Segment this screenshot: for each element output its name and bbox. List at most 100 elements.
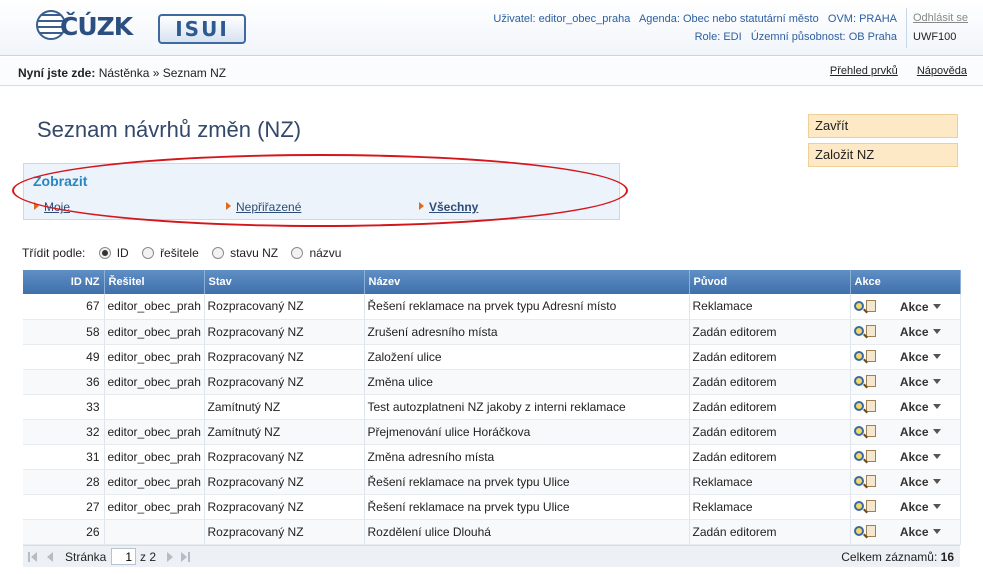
row-name: Změna ulice [364, 369, 690, 395]
row-origin: Zadán editorem [689, 519, 851, 545]
table-row[interactable]: 33 Zamítnutý NZ Test autozplatneni NZ jako… [23, 394, 961, 420]
document-icon[interactable] [865, 524, 876, 537]
chevron-down-icon [932, 329, 941, 334]
row-action-menu[interactable]: Akce [900, 525, 941, 539]
row-action-icons [853, 449, 876, 464]
chevron-down-icon [932, 404, 941, 409]
prev-page-icon[interactable] [47, 552, 53, 562]
radio-icon[interactable] [291, 247, 304, 259]
row-id: 32 [23, 419, 105, 445]
breadcrumb-path[interactable]: Nástěnka » Seznam NZ [99, 66, 226, 80]
magnifier-icon[interactable] [853, 400, 864, 411]
table-row[interactable]: 49 editor_obec_prah Rozpracovaný NZ Založen… [23, 344, 961, 370]
row-id: 26 [23, 519, 105, 545]
first-page-icon[interactable] [28, 552, 37, 562]
column-header-state[interactable]: Stav [204, 270, 365, 294]
document-icon[interactable] [865, 424, 876, 437]
row-action-menu[interactable]: Akce [900, 500, 941, 514]
row-action-icons [853, 499, 876, 514]
document-icon[interactable] [865, 399, 876, 412]
column-header-origin[interactable]: Původ [689, 270, 851, 294]
row-id: 58 [23, 319, 105, 345]
logout-link[interactable]: Odhlásit se [913, 12, 976, 24]
close-button[interactable]: Zavřít [808, 114, 958, 138]
table-row[interactable]: 67 editor_obec_prah Rozpracovaný NZ Řešení … [23, 294, 961, 320]
table-row[interactable]: 28 editor_obec_prah Rozpracovaný NZ Řešení … [23, 469, 961, 495]
chevron-down-icon [932, 479, 941, 484]
create-nz-button[interactable]: Založit NZ [808, 143, 958, 167]
ovm-value: PRAHA [859, 13, 897, 25]
row-id: 49 [23, 344, 105, 370]
document-icon[interactable] [865, 374, 876, 387]
row-id: 31 [23, 444, 105, 470]
magnifier-icon[interactable] [853, 525, 864, 536]
cuzk-logo[interactable]: ČÚZK [36, 8, 133, 42]
row-origin: Zadán editorem [689, 444, 851, 470]
radio-icon[interactable] [212, 247, 225, 259]
row-name: Test autozplatneni NZ jakoby z interni r… [364, 394, 690, 420]
row-action-icons [853, 349, 876, 364]
row-action-menu[interactable]: Akce [900, 325, 941, 339]
table-row[interactable]: 32 editor_obec_prah Zamítnutý NZ Přejmenová… [23, 419, 961, 445]
total-records: Celkem záznamů: 16 [841, 550, 954, 564]
radio-checked-icon[interactable] [98, 247, 111, 259]
sort-option-id[interactable]: ID [98, 246, 129, 260]
row-solver: editor_obec_prah [104, 369, 205, 395]
row-action-menu[interactable]: Akce [900, 300, 941, 314]
table-row[interactable]: 27 editor_obec_prah Rozpracovaný NZ Řešení … [23, 494, 961, 520]
sort-option-name[interactable]: názvu [291, 246, 341, 260]
help-link[interactable]: Nápověda [917, 65, 967, 77]
table-row[interactable]: 31 editor_obec_prah Rozpracovaný NZ Změna a… [23, 444, 961, 470]
overview-link[interactable]: Přehled prvků [830, 65, 898, 77]
row-action-menu[interactable]: Akce [900, 350, 941, 364]
magnifier-icon[interactable] [853, 475, 864, 486]
row-action-menu[interactable]: Akce [900, 450, 941, 464]
magnifier-icon[interactable] [853, 375, 864, 386]
row-action-menu[interactable]: Akce [900, 475, 941, 489]
document-icon[interactable] [865, 349, 876, 362]
row-origin: Zadán editorem [689, 369, 851, 395]
magnifier-icon[interactable] [853, 500, 864, 511]
column-header-solver[interactable]: Řešitel [104, 270, 205, 294]
sort-option-state[interactable]: stavu NZ [212, 246, 278, 260]
magnifier-icon[interactable] [853, 350, 864, 361]
table-body: 67 editor_obec_prah Rozpracovaný NZ Řešení … [23, 294, 961, 545]
page-input[interactable] [111, 548, 136, 565]
row-state: Rozpracovaný NZ [204, 294, 365, 320]
page-title: Seznam návrhů změn (NZ) [37, 117, 302, 142]
magnifier-icon[interactable] [853, 325, 864, 336]
document-icon[interactable] [865, 499, 876, 512]
row-action-menu[interactable]: Akce [900, 425, 941, 439]
document-icon[interactable] [865, 324, 876, 337]
breadcrumb-prefix: Nyní jste zde: [18, 66, 96, 80]
row-action-menu[interactable]: Akce [900, 375, 941, 389]
table-row[interactable]: 58 editor_obec_prah Rozpracovaný NZ Zrušení… [23, 319, 961, 345]
magnifier-icon[interactable] [853, 425, 864, 436]
row-solver [104, 519, 205, 545]
isui-logo[interactable]: ISUI [158, 14, 246, 44]
document-icon[interactable] [865, 474, 876, 487]
table-row[interactable]: 36 editor_obec_prah Rozpracovaný NZ Změna u… [23, 369, 961, 395]
last-page-icon[interactable] [181, 552, 190, 562]
next-page-icon[interactable] [167, 552, 173, 562]
row-solver: editor_obec_prah [104, 444, 205, 470]
document-icon[interactable] [865, 299, 876, 312]
magnifier-icon[interactable] [853, 450, 864, 461]
row-action-menu[interactable]: Akce [900, 400, 941, 414]
chevron-down-icon [932, 504, 941, 509]
row-name: Změna adresního místa [364, 444, 690, 470]
document-icon[interactable] [865, 449, 876, 462]
chevron-down-icon [932, 379, 941, 384]
row-solver: editor_obec_prah [104, 419, 205, 445]
cuzk-logo-text: ČÚZK [60, 12, 133, 41]
magnifier-icon[interactable] [853, 300, 864, 311]
row-origin: Zadán editorem [689, 394, 851, 420]
column-header-name[interactable]: Název [364, 270, 690, 294]
sort-option-solver[interactable]: řešitele [142, 246, 199, 260]
radio-icon[interactable] [142, 247, 155, 259]
row-id: 28 [23, 469, 105, 495]
agenda-label: Agenda: [638, 13, 680, 25]
table-row[interactable]: 26 Rozpracovaný NZ Rozdělení ulice Dlouhá Z… [23, 519, 961, 545]
column-header-id[interactable]: ID NZ [23, 270, 105, 294]
row-state: Rozpracovaný NZ [204, 469, 365, 495]
